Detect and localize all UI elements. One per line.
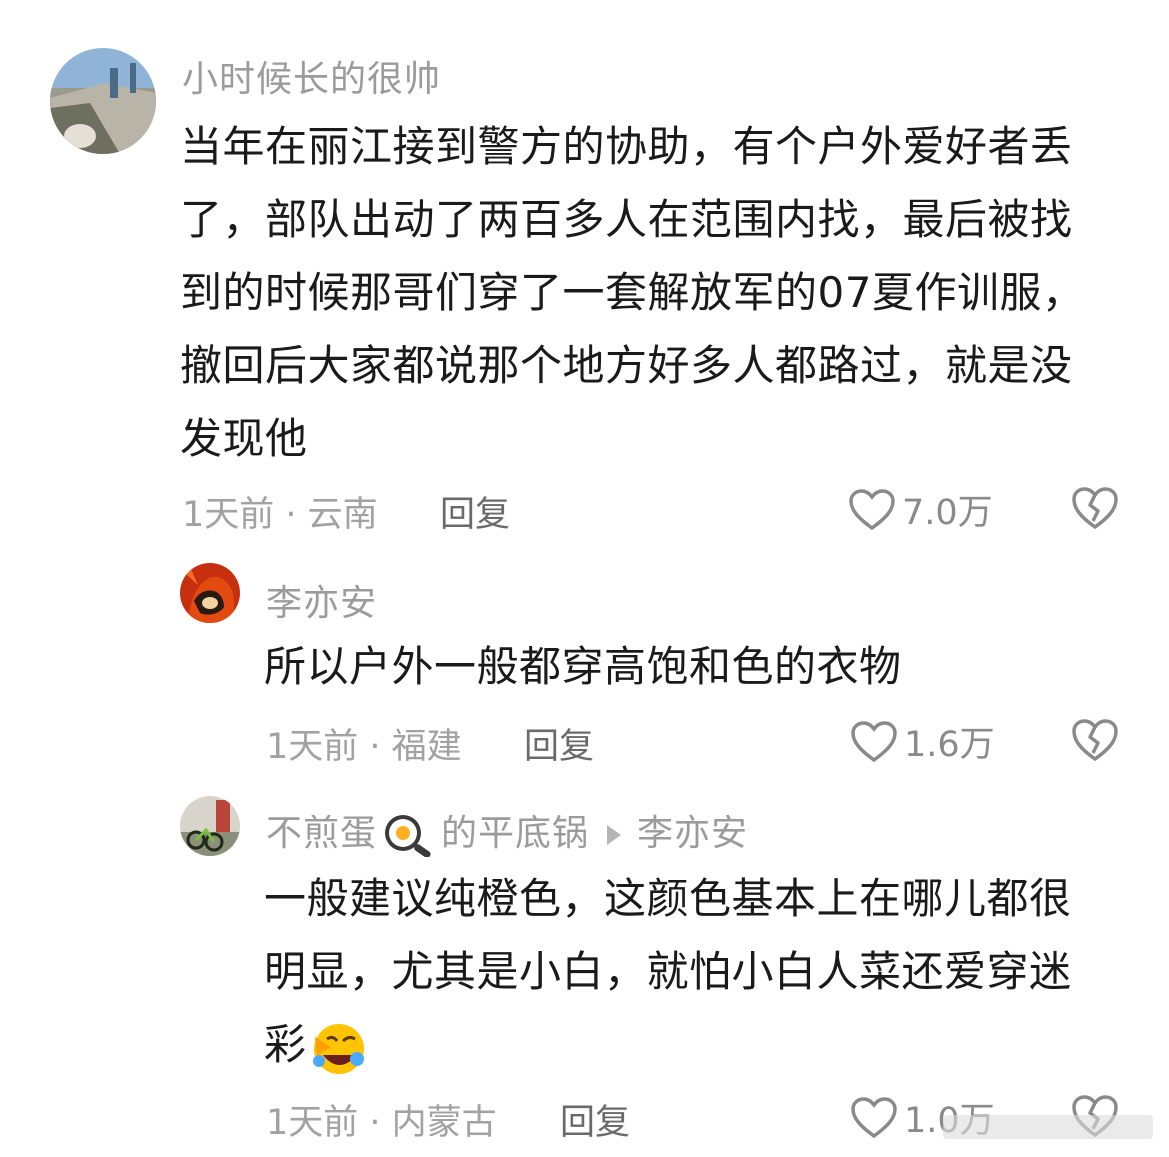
broken-heart-icon <box>1072 719 1118 762</box>
comment-line: 所以户外一般都穿高饱和色的衣物 <box>264 642 902 691</box>
avatar[interactable] <box>50 48 156 154</box>
avatar-image <box>180 796 240 856</box>
comment-line: 撤回后大家都说那个地方好多人都路过，就是没 <box>180 341 1073 390</box>
laughing-emoji <box>312 1023 364 1074</box>
reply-arrow-icon <box>607 825 622 845</box>
comment-line-last: 彩 <box>264 1008 1144 1081</box>
watermark-overlay <box>943 1115 1153 1139</box>
heart-icon <box>849 488 895 530</box>
comment-meta: 1天前 · 内蒙古 <box>266 1103 497 1143</box>
like-button[interactable]: 1.6万 <box>850 716 995 767</box>
reply-button[interactable]: 回复 <box>524 718 594 769</box>
username[interactable]: 小时候长的很帅 <box>182 50 441 102</box>
comment-meta: 1天前 · 福建 <box>266 727 462 767</box>
broken-heart-icon <box>1072 487 1118 530</box>
comment-body: 当年在丽江接到警方的协助，有个户外爱好者丢 了，部队出动了两百多人在范围内找，最… <box>180 110 1130 475</box>
username[interactable]: 的平底锅 <box>441 813 589 854</box>
reply-button[interactable]: 回复 <box>560 1094 630 1145</box>
frying-pan-emoji <box>385 815 431 857</box>
like-button[interactable]: 7.0万 <box>848 484 993 535</box>
avatar-image <box>180 563 240 623</box>
like-count: 7.0万 <box>902 493 993 533</box>
comment-line: 到的时候那哥们穿了一套解放军的07夏作训服， <box>180 268 1085 317</box>
heart-icon <box>851 1096 897 1138</box>
comment-body: 所以户外一般都穿高饱和色的衣物 <box>264 630 1124 703</box>
dislike-button[interactable] <box>1070 485 1120 535</box>
username[interactable]: 不煎蛋 <box>266 813 377 854</box>
avatar[interactable] <box>180 563 240 623</box>
comment-line: 一般建议纯橙色，这颜色基本上在哪儿都很 <box>264 874 1072 923</box>
comment-line: 发现他 <box>180 414 308 463</box>
comment-line: 了，部队出动了两百多人在范围内找，最后被找 <box>180 195 1073 244</box>
avatar-image <box>50 48 156 154</box>
heart-icon <box>851 720 897 762</box>
comment-meta: 1天前 · 云南 <box>182 495 378 535</box>
username[interactable]: 李亦安 <box>266 574 377 626</box>
comment-line: 当年在丽江接到警方的协助，有个户外爱好者丢 <box>180 122 1073 171</box>
username-row: 不煎蛋 的平底锅 李亦安 <box>266 804 748 857</box>
comment-line: 明显，尤其是小白，就怕小白人菜还爱穿迷 <box>264 947 1072 996</box>
dislike-button[interactable] <box>1070 717 1120 767</box>
comment-body: 一般建议纯橙色，这颜色基本上在哪儿都很 明显，尤其是小白，就怕小白人菜还爱穿迷 … <box>264 862 1144 1081</box>
avatar[interactable] <box>180 796 240 856</box>
comment-line: 彩 <box>264 1020 307 1069</box>
reply-button[interactable]: 回复 <box>440 486 510 537</box>
like-count: 1.6万 <box>904 725 995 765</box>
reply-to-username[interactable]: 李亦安 <box>637 813 748 854</box>
